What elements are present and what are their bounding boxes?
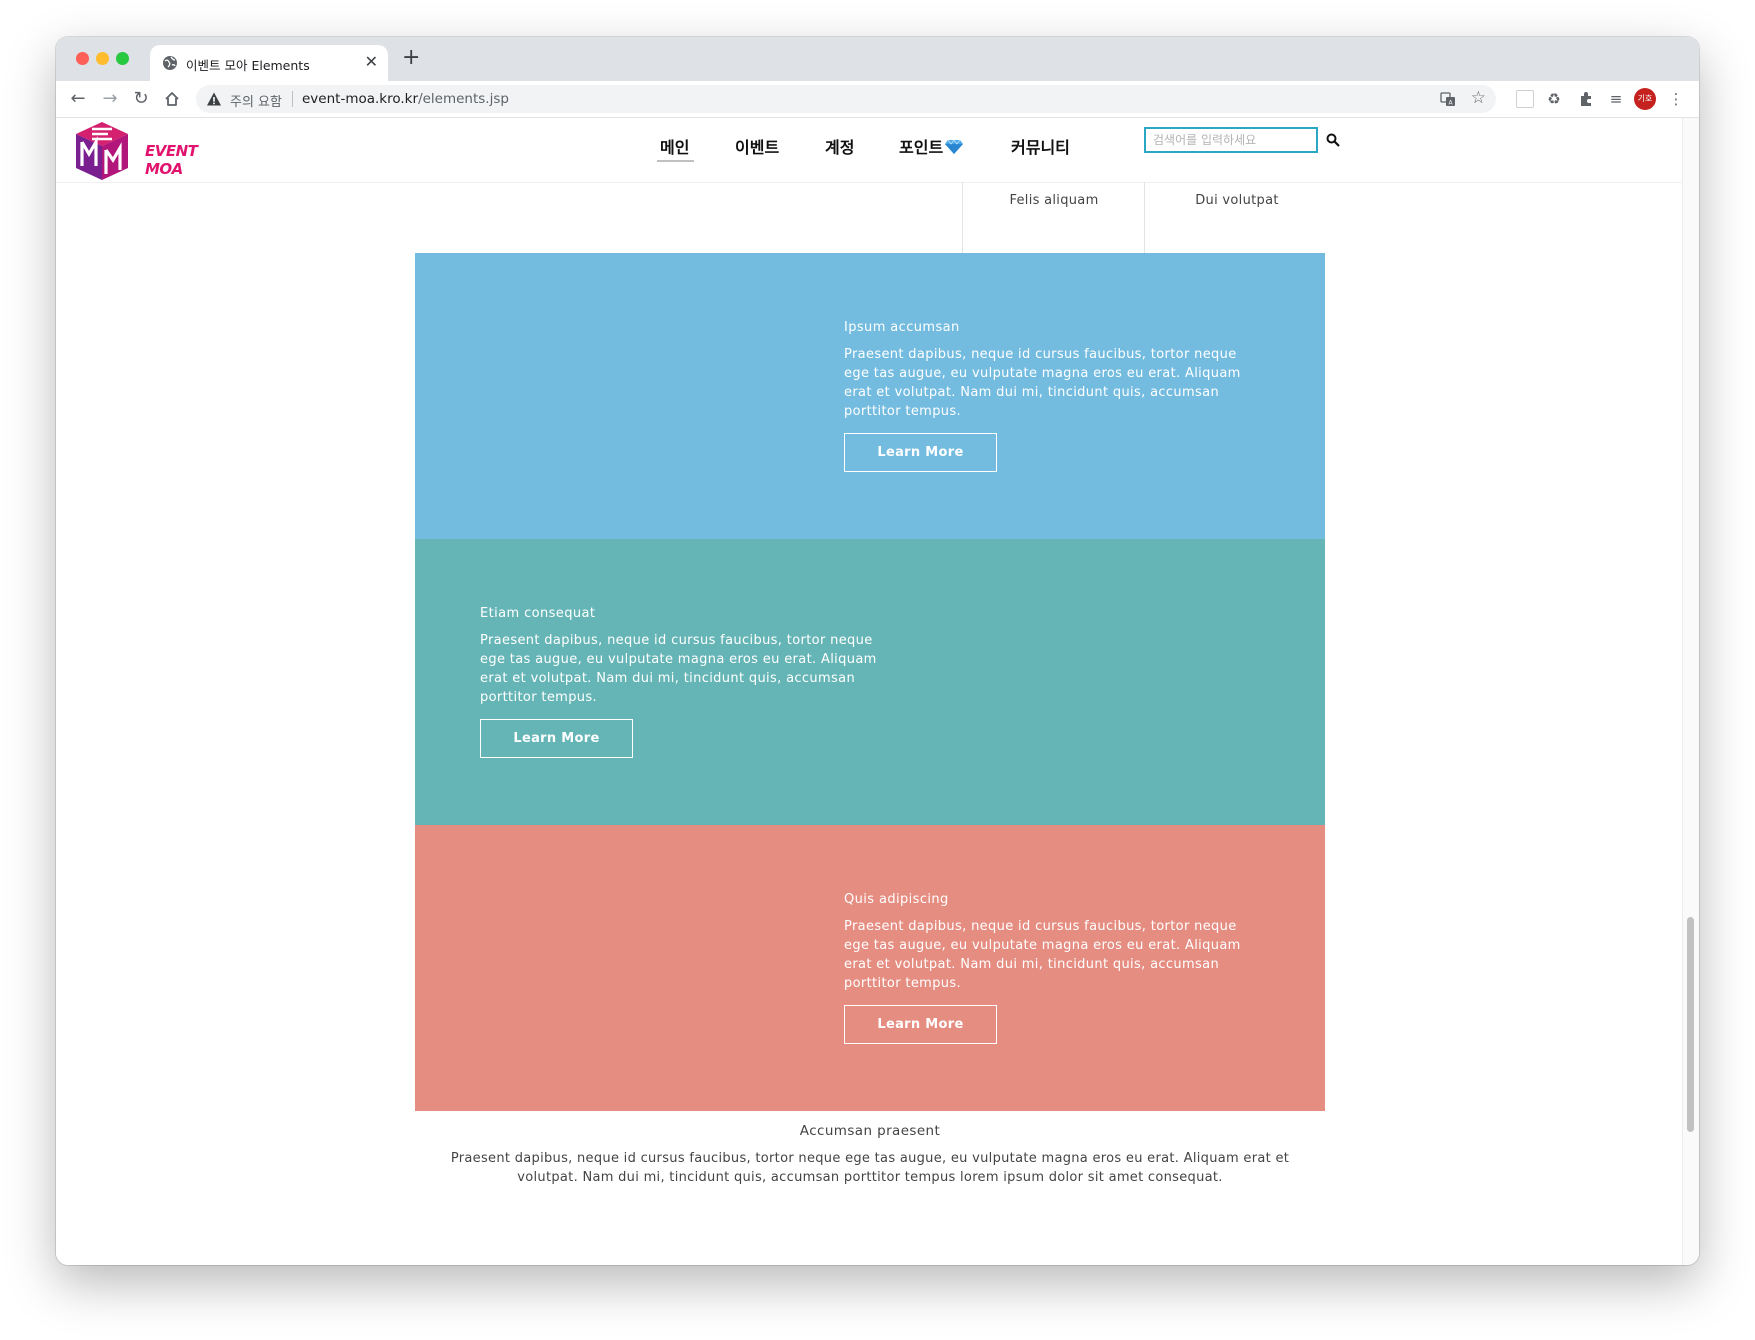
- translate-icon[interactable]: A: [1440, 91, 1456, 107]
- tab-title: 이벤트 모아 Elements: [186, 58, 310, 73]
- browser-tab-active[interactable]: 이벤트 모아 Elements ✕: [150, 45, 388, 81]
- reload-icon[interactable]: ↻: [131, 89, 151, 109]
- back-icon[interactable]: ←: [68, 89, 88, 109]
- more-menu-icon[interactable]: ⋮: [1667, 90, 1685, 108]
- media-queue-icon[interactable]: ≡: [1607, 90, 1625, 108]
- security-status-label[interactable]: 주의 요함: [230, 91, 282, 110]
- extension-placeholder-icon[interactable]: [1516, 90, 1534, 108]
- table-cell: Dui volutpat: [1144, 182, 1329, 253]
- new-tab-icon[interactable]: +: [402, 47, 420, 69]
- diamond-icon: [945, 139, 964, 154]
- spotlight-text: Praesent dapibus, neque id cursus faucib…: [480, 633, 877, 705]
- tab-strip: 이벤트 모아 Elements ✕ +: [56, 37, 1699, 81]
- nav-account[interactable]: 계정: [825, 134, 854, 158]
- nav-points[interactable]: 포인트: [899, 134, 964, 158]
- search-input[interactable]: [1144, 127, 1318, 153]
- learn-more-button[interactable]: Learn More: [844, 433, 997, 472]
- warning-icon[interactable]: [206, 91, 222, 107]
- puzzle-extensions-icon[interactable]: [1577, 90, 1595, 108]
- bookmark-star-icon[interactable]: ☆: [1471, 88, 1486, 108]
- search-icon[interactable]: [1326, 133, 1340, 147]
- spotlight-heading: Ipsum accumsan: [844, 320, 960, 335]
- spotlight-heading: Etiam consequat: [480, 606, 596, 621]
- scrollbar-thumb[interactable]: [1687, 917, 1694, 1132]
- table-remnant: Felis aliquam Dui volutpat: [962, 182, 1328, 253]
- spotlight-content: Ipsum accumsan Praesent dapibus, neque i…: [844, 320, 1264, 472]
- logo-cube-icon: [76, 122, 128, 180]
- learn-more-button[interactable]: Learn More: [844, 1005, 997, 1044]
- spotlight-quis-adipiscing: Quis adipiscing Praesent dapibus, neque …: [415, 825, 1325, 1111]
- minimize-window-button[interactable]: [96, 52, 109, 65]
- spotlight-text: Praesent dapibus, neque id cursus faucib…: [844, 347, 1241, 419]
- spotlight-etiam-consequat: Etiam consequat Praesent dapibus, neque …: [415, 539, 1325, 825]
- spotlight-content: Etiam consequat Praesent dapibus, neque …: [480, 606, 900, 758]
- nav-points-label: 포인트: [899, 138, 944, 157]
- profile-avatar[interactable]: 기호: [1634, 88, 1656, 110]
- section-heading: Accumsan praesent: [799, 1123, 941, 1139]
- globe-icon: [163, 56, 177, 70]
- recycle-icon[interactable]: ♻: [1545, 90, 1563, 108]
- table-cell: Felis aliquam: [962, 182, 1145, 253]
- table-cell-text: Dui volutpat: [1195, 193, 1279, 208]
- nav-community[interactable]: 커뮤니티: [1011, 134, 1070, 158]
- nav-main[interactable]: 메인: [660, 134, 689, 158]
- learn-more-button[interactable]: Learn More: [480, 719, 633, 758]
- home-icon[interactable]: [163, 90, 181, 108]
- spotlight-text: Praesent dapibus, neque id cursus faucib…: [844, 919, 1241, 991]
- close-tab-icon[interactable]: ✕: [365, 52, 378, 71]
- omnibox-divider: [292, 91, 293, 107]
- url-path: /elements.jsp: [418, 91, 509, 107]
- nav-active-indicator: [657, 160, 694, 162]
- address-bar[interactable]: 주의 요함 event-moa.kro.kr/elements.jsp A ☆: [196, 85, 1496, 113]
- spotlight-content: Quis adipiscing Praesent dapibus, neque …: [844, 892, 1264, 1044]
- spotlight-heading: Quis adipiscing: [844, 892, 949, 907]
- browser-toolbar: ← → ↻ 주의 요함 event-moa.kro.kr/elements.js…: [56, 81, 1699, 118]
- section-text: Praesent dapibus, neque id cursus faucib…: [450, 1151, 1290, 1185]
- close-window-button[interactable]: [76, 52, 89, 65]
- url-host: event-moa.kro.kr: [302, 91, 419, 107]
- forward-icon[interactable]: →: [100, 89, 120, 109]
- nav-events[interactable]: 이벤트: [735, 134, 779, 158]
- url-text[interactable]: event-moa.kro.kr/elements.jsp: [302, 91, 509, 107]
- site-logo[interactable]: EVENT MOA: [70, 120, 216, 184]
- browser-window: 이벤트 모아 Elements ✕ + ← → ↻ 주의 요함 event-mo…: [56, 37, 1699, 1265]
- accumsan-praesent-section: Accumsan praesent Praesent dapibus, nequ…: [415, 1123, 1325, 1187]
- page-viewport: EVENT MOA 메인 이벤트 계정 포인트 커뮤니티 Felis aliqu…: [56, 118, 1682, 1265]
- zoom-window-button[interactable]: [116, 52, 129, 65]
- logo-text: EVENT MOA: [145, 142, 198, 178]
- spotlight-ipsum-accumsan: Ipsum accumsan Praesent dapibus, neque i…: [415, 253, 1325, 539]
- site-header: EVENT MOA 메인 이벤트 계정 포인트 커뮤니티: [56, 118, 1682, 183]
- table-cell-text: Felis aliquam: [1009, 193, 1099, 208]
